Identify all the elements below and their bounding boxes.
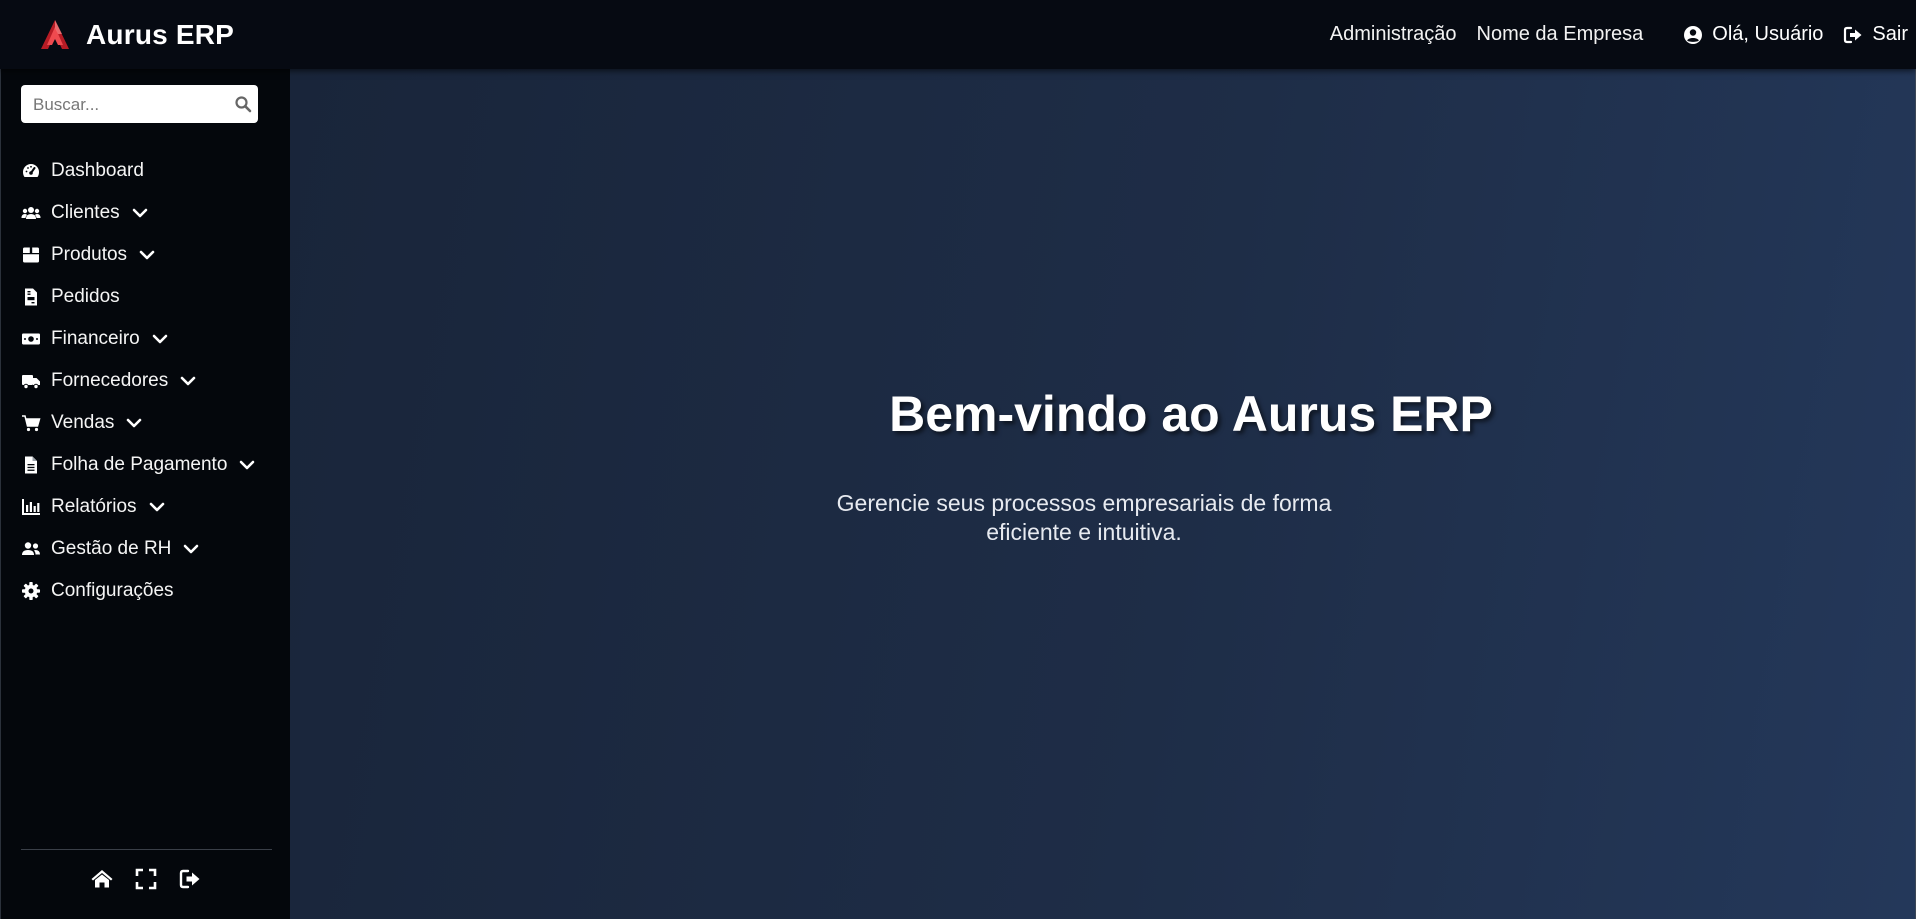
user-group-icon [21, 539, 41, 559]
chart-icon [21, 497, 41, 517]
sidebar-item-pedidos[interactable]: Pedidos [1, 276, 291, 318]
sidebar-menu: Dashboard Clientes Produtos Pedidos Fina… [1, 150, 291, 612]
chevron-down-icon [139, 250, 155, 260]
brand[interactable]: Aurus ERP [38, 16, 234, 54]
sidebar-item-label: Folha de Pagamento [51, 454, 228, 475]
nav-admin-link[interactable]: Administração [1330, 23, 1457, 46]
app-title: Aurus ERP [86, 19, 235, 50]
users-icon [21, 203, 41, 223]
sidebar-item-label: Pedidos [51, 286, 120, 307]
welcome-subtitle: Gerencie seus processos empresariais de … [836, 490, 1332, 545]
box-icon [21, 245, 41, 265]
chevron-down-icon [127, 418, 142, 428]
sidebar-item-label: Gestão de RH [51, 538, 172, 559]
home-icon[interactable] [90, 867, 114, 891]
sidebar-item-configuracoes[interactable]: Configurações [1, 570, 291, 612]
search-icon[interactable] [234, 95, 252, 113]
sidebar: Dashboard Clientes Produtos Pedidos [0, 69, 290, 919]
chevron-down-icon [152, 334, 168, 344]
sidebar-item-dashboard[interactable]: Dashboard [1, 150, 291, 192]
fullscreen-icon[interactable] [134, 867, 158, 891]
sidebar-item-label: Relatórios [51, 496, 137, 517]
user-greeting: Olá, Usuário [1712, 23, 1824, 45]
sidebar-item-gestao-de-rh[interactable]: Gestão de RH [1, 528, 291, 570]
sign-out-icon [1844, 26, 1862, 43]
chevron-down-icon [184, 544, 199, 554]
sidebar-item-fornecedores[interactable]: Fornecedores [1, 360, 291, 402]
user-menu[interactable]: Olá, Usuário [1683, 23, 1823, 46]
nav-company-link[interactable]: Nome da Empresa [1477, 23, 1644, 46]
top-navbar: Aurus ERP Administração Nome da Empresa … [0, 0, 1916, 69]
top-nav-links: Administração Nome da Empresa Olá, Usuár… [1330, 0, 1916, 69]
sidebar-divider [21, 849, 272, 850]
sidebar-item-produtos[interactable]: Produtos [1, 234, 291, 276]
search-box [21, 85, 258, 125]
sidebar-item-financeiro[interactable]: Financeiro [1, 318, 291, 360]
sidebar-item-label: Dashboard [51, 160, 144, 181]
user-circle-icon [1684, 25, 1703, 44]
sidebar-item-label: Configurações [51, 580, 174, 601]
sidebar-item-label: Clientes [51, 202, 120, 223]
sidebar-item-label: Produtos [51, 244, 128, 265]
chevron-down-icon [240, 460, 255, 470]
chevron-down-icon [149, 502, 164, 512]
money-icon [21, 329, 41, 349]
logout-label: Sair [1872, 23, 1908, 45]
truck-icon [21, 371, 41, 391]
gauge-icon [21, 161, 41, 181]
invoice-icon [21, 287, 41, 307]
welcome-title: Bem-vindo ao Aurus ERP [889, 386, 1493, 442]
sidebar-item-label: Financeiro [51, 328, 140, 349]
sidebar-item-clientes[interactable]: Clientes [1, 192, 291, 234]
logout-icon[interactable] [178, 867, 202, 891]
main-content: Bem-vindo ao Aurus ERP Gerencie seus pro… [290, 69, 1916, 919]
sidebar-item-vendas[interactable]: Vendas [1, 402, 291, 444]
sidebar-item-label: Vendas [51, 412, 115, 433]
sidebar-item-label: Fornecedores [51, 370, 169, 391]
cart-icon [21, 413, 41, 433]
file-icon [21, 455, 41, 475]
gear-icon [21, 581, 41, 601]
chevron-down-icon [132, 208, 147, 218]
sidebar-item-relatorios[interactable]: Relatórios [1, 486, 291, 528]
chevron-down-icon [180, 376, 196, 386]
search-input[interactable] [31, 85, 225, 125]
sidebar-item-folha-de-pagamento[interactable]: Folha de Pagamento [1, 444, 291, 486]
aurus-logo-icon [41, 20, 69, 49]
sidebar-footer [1, 867, 291, 891]
logout-link[interactable]: Sair [1843, 23, 1908, 46]
